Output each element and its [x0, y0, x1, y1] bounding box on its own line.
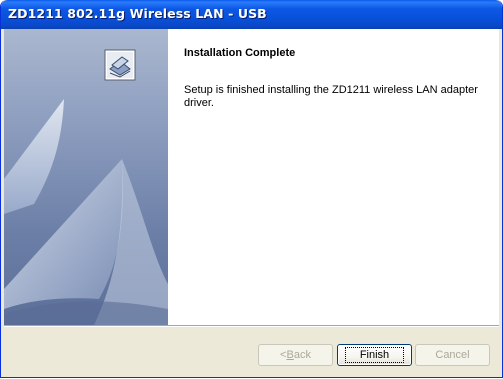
setup-computer-icon [104, 49, 136, 81]
page-title: Installation Complete [184, 47, 296, 59]
title-bar[interactable]: ZD1211 802.11g Wireless LAN - USB [1, 0, 502, 29]
completion-message: Setup is finished installing the ZD1211 … [184, 84, 478, 109]
back-label-mnemonic: B [286, 349, 294, 361]
finish-button[interactable]: Finish [337, 344, 412, 366]
cancel-label: Cancel [435, 349, 470, 361]
side-graphic-panel [4, 29, 168, 325]
cancel-button[interactable]: Cancel [415, 344, 490, 366]
back-button[interactable]: < Back [258, 344, 333, 366]
wizard-client-area: Installation Complete Setup is finished … [4, 29, 499, 374]
finish-label: Finish [344, 347, 405, 363]
installer-window: ZD1211 802.11g Wireless LAN - USB Instal… [0, 0, 503, 378]
window-title: ZD1211 802.11g Wireless LAN - USB [8, 6, 267, 21]
wizard-content: Installation Complete Setup is finished … [4, 29, 499, 325]
back-label-rest: ack [293, 349, 311, 361]
separator-line [4, 325, 499, 327]
sailboat-decoration-icon [4, 99, 168, 325]
